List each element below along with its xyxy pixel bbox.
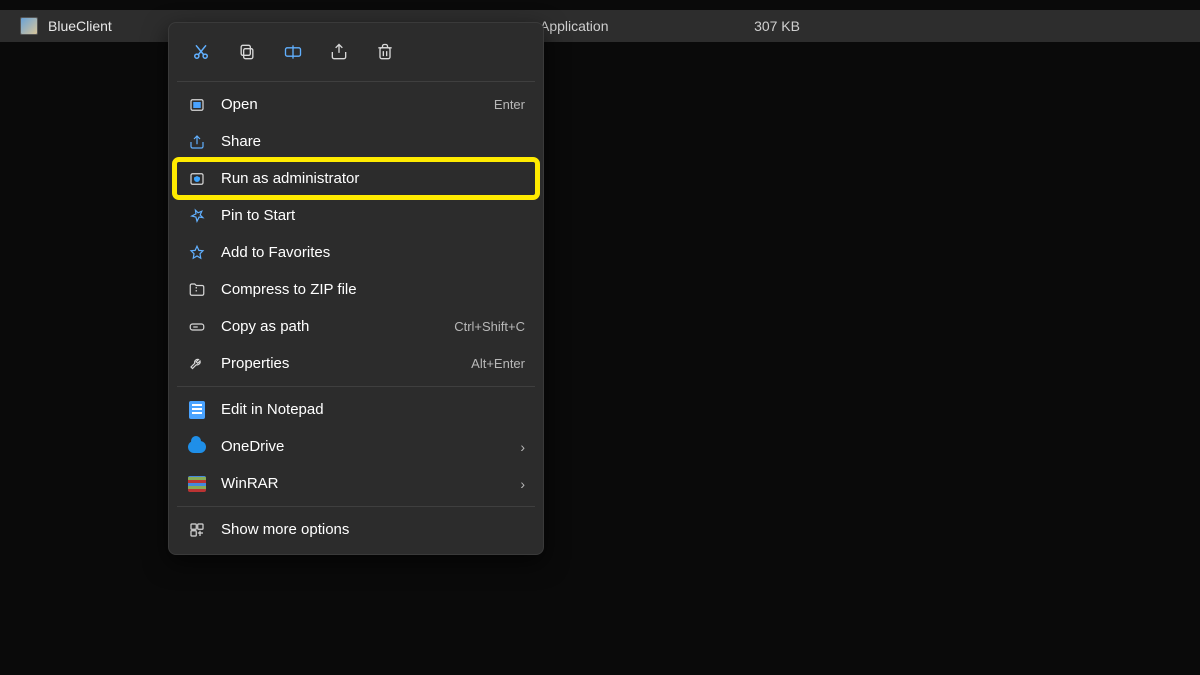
menu-label: Add to Favorites xyxy=(221,244,525,261)
menu-label: Show more options xyxy=(221,521,525,538)
open-icon xyxy=(187,95,207,115)
menu-label: OneDrive xyxy=(221,438,512,455)
menu-item-winrar[interactable]: WinRAR › xyxy=(175,465,537,502)
divider xyxy=(177,386,535,387)
menu-item-open[interactable]: Open Enter xyxy=(175,86,537,123)
menu-item-compress[interactable]: Compress to ZIP file xyxy=(175,271,537,308)
share-button[interactable] xyxy=(319,33,359,71)
menu-shortcut: Ctrl+Shift+C xyxy=(454,319,525,334)
menu-label: Share xyxy=(221,133,525,150)
menu-label: Compress to ZIP file xyxy=(221,281,525,298)
menu-label: Edit in Notepad xyxy=(221,401,525,418)
file-type: Application xyxy=(540,18,710,34)
menu-item-share[interactable]: Share xyxy=(175,123,537,160)
menu-item-pin-start[interactable]: Pin to Start xyxy=(175,197,537,234)
menu-item-notepad[interactable]: Edit in Notepad xyxy=(175,391,537,428)
menu-shortcut: Alt+Enter xyxy=(471,356,525,371)
shield-icon xyxy=(187,169,207,189)
share-out-icon xyxy=(187,132,207,152)
winrar-icon xyxy=(187,474,207,494)
context-menu: Open Enter Share Run as administrator Pi… xyxy=(168,22,544,555)
menu-item-properties[interactable]: Properties Alt+Enter xyxy=(175,345,537,382)
chevron-right-icon: › xyxy=(520,476,525,492)
onedrive-icon xyxy=(187,437,207,457)
chevron-right-icon: › xyxy=(520,439,525,455)
menu-label: Properties xyxy=(221,355,471,372)
rename-button[interactable] xyxy=(273,33,313,71)
path-icon xyxy=(187,317,207,337)
divider xyxy=(177,506,535,507)
menu-item-show-more[interactable]: Show more options xyxy=(175,511,537,548)
quick-action-row xyxy=(175,29,537,77)
menu-item-run-as-admin[interactable]: Run as administrator xyxy=(175,160,537,197)
copy-button[interactable] xyxy=(227,33,267,71)
menu-label: WinRAR xyxy=(221,475,512,492)
star-icon xyxy=(187,243,207,263)
notepad-icon xyxy=(187,400,207,420)
menu-item-onedrive[interactable]: OneDrive › xyxy=(175,428,537,465)
menu-item-copy-path[interactable]: Copy as path Ctrl+Shift+C xyxy=(175,308,537,345)
delete-button[interactable] xyxy=(365,33,405,71)
menu-label: Copy as path xyxy=(221,318,454,335)
pin-icon xyxy=(187,206,207,226)
file-name: BlueClient xyxy=(48,18,112,34)
cut-button[interactable] xyxy=(181,33,221,71)
menu-shortcut: Enter xyxy=(494,97,525,112)
menu-label: Pin to Start xyxy=(221,207,525,224)
divider xyxy=(177,81,535,82)
menu-item-favorites[interactable]: Add to Favorites xyxy=(175,234,537,271)
menu-label: Run as administrator xyxy=(221,170,525,187)
more-icon xyxy=(187,520,207,540)
wrench-icon xyxy=(187,354,207,374)
application-icon xyxy=(20,17,38,35)
file-size: 307 KB xyxy=(710,18,800,34)
zip-icon xyxy=(187,280,207,300)
menu-label: Open xyxy=(221,96,494,113)
